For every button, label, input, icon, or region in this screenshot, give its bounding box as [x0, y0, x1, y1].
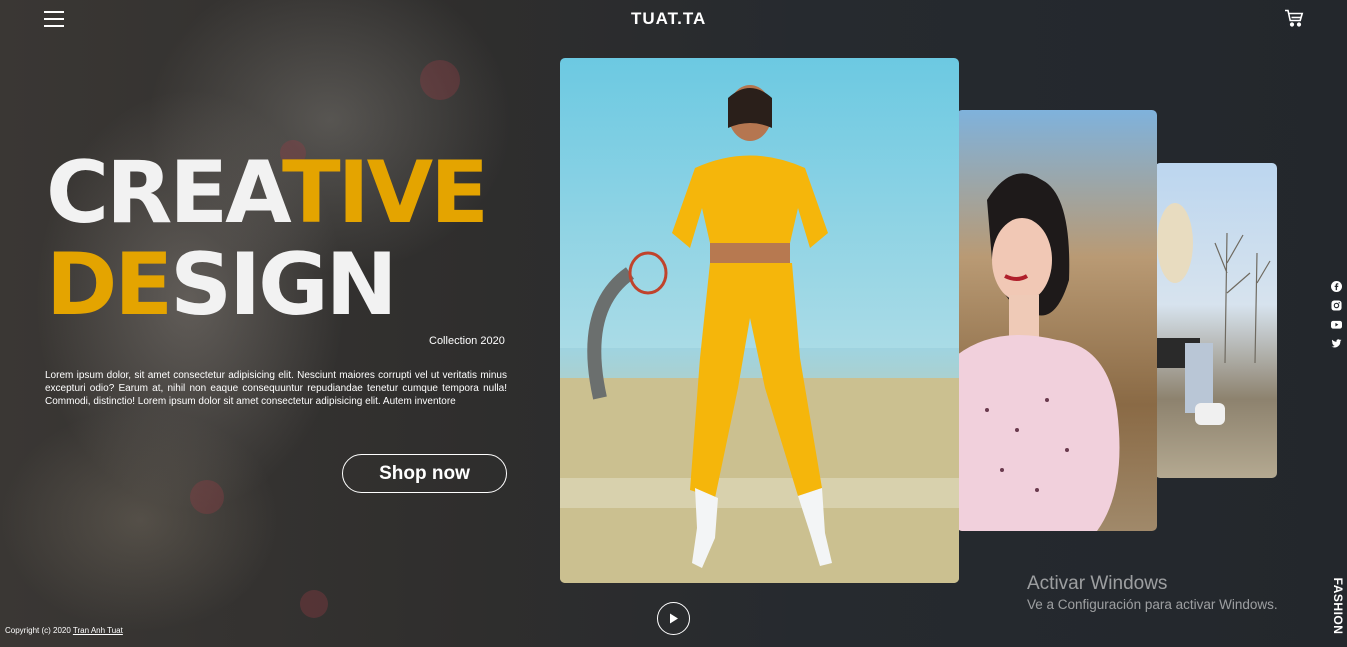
brand-logo[interactable]: TUAT.TA	[631, 9, 706, 29]
copyright-text: Copyright (c) 2020	[5, 626, 71, 635]
hero-title: CREATIVE DESIGN	[46, 143, 489, 335]
side-label-fashion: FASHION	[1331, 577, 1345, 635]
instagram-icon[interactable]	[1331, 300, 1342, 311]
hero-description: Lorem ipsum dolor, sit amet consectetur …	[45, 370, 507, 407]
watermark-title: Activar Windows	[1027, 573, 1168, 594]
gallery-card-model-yellow-tracksuit[interactable]	[560, 58, 959, 583]
author-link[interactable]: Tran Anh Tuat	[73, 626, 123, 635]
watermark-subtitle: Ve a Configuración para activar Windows.	[1027, 597, 1278, 612]
hero-title-line-2: DESIGN	[46, 235, 398, 335]
facebook-icon[interactable]	[1331, 281, 1342, 292]
twitter-icon[interactable]	[1331, 338, 1342, 349]
collection-label: Collection 2020	[429, 335, 505, 347]
hamburger-menu-icon[interactable]	[44, 11, 64, 27]
hero-title-line-1: CREATIVE	[46, 143, 489, 243]
gallery-card-model-pink-dress[interactable]	[957, 110, 1157, 531]
youtube-icon[interactable]	[1331, 319, 1342, 330]
shop-now-button[interactable]: Shop now	[342, 454, 507, 493]
play-icon[interactable]	[657, 602, 690, 635]
cart-icon[interactable]	[1284, 9, 1304, 27]
social-links	[1331, 281, 1343, 357]
copyright-footer: Copyright (c) 2020 Tran Anh Tuat	[5, 626, 123, 635]
gallery-card-model-sitting-winter[interactable]	[1155, 163, 1277, 478]
windows-activation-watermark: Activar Windows Ve a Configuración para …	[1027, 573, 1278, 612]
